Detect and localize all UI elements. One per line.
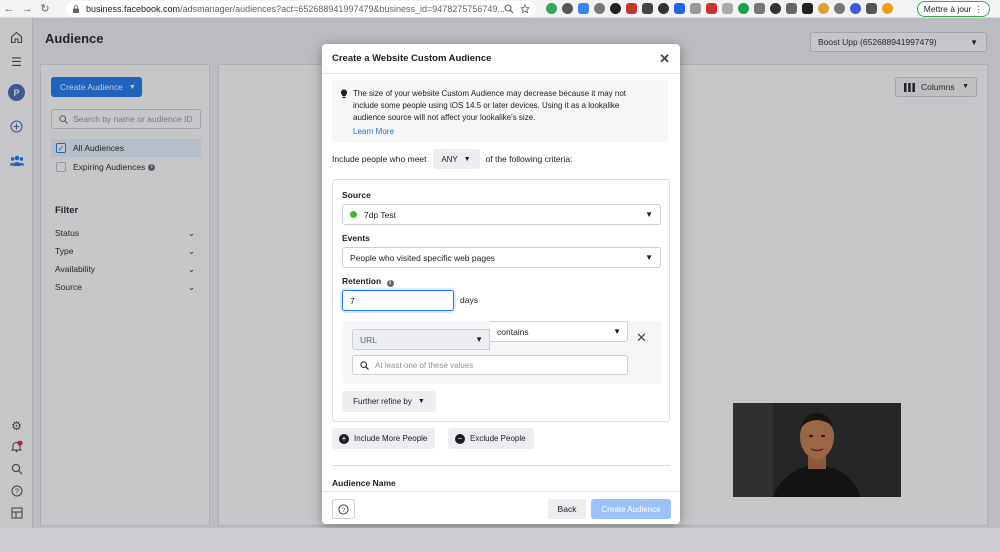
dialog-header: Create a Website Custom Audience ✕ — [322, 44, 680, 74]
learn-more-link[interactable]: Learn More — [353, 127, 394, 136]
retention-value: 7 — [350, 295, 355, 306]
extension-icon[interactable] — [802, 3, 813, 14]
dialog-body: The size of your website Custom Audience… — [322, 75, 680, 491]
zoom-icon[interactable] — [504, 4, 514, 14]
extension-icon[interactable] — [546, 3, 557, 14]
extension-icon[interactable] — [658, 3, 669, 14]
info-icon[interactable]: i — [386, 279, 394, 287]
rule-box: Source 7dp Test ▼ Events People who visi… — [332, 179, 670, 422]
events-value: People who visited specific web pages — [350, 252, 496, 263]
refine-label: Further refine by — [353, 397, 412, 406]
values-placeholder: At least one of these values — [375, 360, 474, 370]
extension-icon[interactable] — [754, 3, 765, 14]
forward-arrow-icon[interactable]: → — [18, 0, 36, 18]
svg-text:?: ? — [342, 506, 346, 513]
browser-update-label: Mettre à jour — [923, 4, 972, 14]
source-select[interactable]: 7dp Test ▼ — [342, 204, 661, 225]
extension-icon[interactable] — [722, 3, 733, 14]
create-website-custom-audience-dialog: Create a Website Custom Audience ✕ The s… — [322, 44, 680, 524]
extension-icon[interactable] — [690, 3, 701, 14]
criteria-value: ANY — [441, 154, 458, 164]
extension-icon[interactable] — [834, 3, 845, 14]
presenter-video-frame — [733, 403, 901, 497]
events-select[interactable]: People who visited specific web pages ▼ — [342, 247, 661, 268]
caret-down-icon: ▼ — [417, 398, 425, 405]
criteria-suffix: of the following criteria: — [485, 154, 573, 164]
retention-label: Retention — [342, 276, 382, 286]
dialog-footer: ? Back Create Audience — [322, 491, 680, 524]
browser-toolbar: ← → ↻ business.facebook.com/adsmanager/a… — [0, 0, 1000, 18]
criteria-any-select[interactable]: ANY ▼ — [432, 149, 480, 169]
help-icon: ? — [338, 503, 349, 515]
section-divider — [332, 465, 670, 466]
status-dot-icon — [350, 211, 357, 218]
audience-name-label: Audience Name — [332, 478, 396, 488]
search-icon — [360, 360, 369, 370]
back-button[interactable]: Back — [548, 499, 586, 519]
url-host: business.facebook.com — [86, 4, 181, 14]
caret-down-icon: ▼ — [613, 327, 621, 336]
bookmark-star-icon[interactable] — [520, 4, 530, 14]
lock-icon — [73, 5, 79, 13]
webcam-video — [733, 403, 901, 497]
extension-icon[interactable] — [578, 3, 589, 14]
ios-notice: The size of your website Custom Audience… — [332, 80, 668, 142]
caret-down-icon: ▼ — [645, 210, 653, 219]
create-audience-submit-button[interactable]: Create Audience — [591, 499, 671, 519]
puzzle-icon[interactable] — [866, 3, 877, 14]
caret-down-icon: ▼ — [463, 155, 471, 163]
retention-unit: days — [460, 295, 478, 305]
address-bar[interactable]: business.facebook.com/adsmanager/audienc… — [66, 1, 536, 17]
browser-update-button[interactable]: Mettre à jour ⋮ — [916, 1, 990, 17]
events-label: Events — [342, 233, 370, 243]
extension-icon[interactable] — [562, 3, 573, 14]
source-value: 7dp Test — [364, 209, 396, 220]
reload-icon[interactable]: ↻ — [36, 0, 54, 18]
criteria-row: Include people who meet ANY ▼ of the fol… — [332, 149, 572, 169]
extension-icon[interactable] — [674, 3, 685, 14]
extension-icon[interactable] — [594, 3, 605, 14]
operator-select[interactable]: contains ▼ — [490, 321, 628, 342]
caret-down-icon: ▼ — [645, 253, 653, 262]
exclude-people-button[interactable]: − Exclude People — [448, 428, 534, 449]
plus-circle-icon: + — [339, 433, 349, 444]
include-label: Include More People — [354, 434, 428, 443]
url-values-input[interactable]: At least one of these values — [352, 355, 628, 375]
retention-input[interactable]: 7 — [342, 290, 454, 311]
remove-rule-icon[interactable]: ✕ — [636, 331, 647, 344]
url-rule-block: URL ▼ contains ▼ ✕ At least one of these… — [342, 321, 661, 384]
minus-circle-icon: − — [455, 433, 465, 444]
include-more-people-button[interactable]: + Include More People — [332, 428, 436, 449]
extension-icon[interactable] — [706, 3, 717, 14]
extension-icon[interactable] — [738, 3, 749, 14]
extension-icon[interactable] — [818, 3, 829, 14]
notice-text: The size of your website Custom Audience… — [353, 89, 627, 122]
further-refine-button[interactable]: Further refine by ▼ — [342, 391, 436, 412]
extensions-row — [546, 3, 893, 14]
help-button[interactable]: ? — [332, 499, 355, 519]
url-field-select[interactable]: URL ▼ — [352, 329, 490, 350]
caret-down-icon: ▼ — [475, 335, 483, 344]
dialog-title: Create a Website Custom Audience — [332, 53, 492, 64]
extension-icon[interactable] — [626, 3, 637, 14]
extension-icon[interactable] — [786, 3, 797, 14]
source-label: Source — [342, 190, 371, 200]
operator-value: contains — [497, 326, 529, 337]
exclude-label: Exclude People — [470, 434, 526, 443]
more-vertical-icon: ⋮ — [974, 3, 984, 14]
url-path: /adsmanager/audiences?act=65268894199747… — [180, 4, 505, 14]
close-icon[interactable]: ✕ — [659, 52, 670, 65]
extension-icon[interactable] — [610, 3, 621, 14]
criteria-prefix: Include people who meet — [332, 154, 427, 164]
profile-avatar-icon[interactable] — [882, 3, 893, 14]
extension-icon[interactable] — [770, 3, 781, 14]
lightbulb-icon — [341, 89, 347, 99]
extension-icon[interactable] — [642, 3, 653, 14]
url-field-value: URL — [360, 334, 378, 345]
bottom-strip — [0, 528, 1000, 552]
retention-label-row: Retention i — [342, 276, 394, 287]
back-arrow-icon[interactable]: ← — [0, 0, 18, 18]
extension-icon[interactable] — [850, 3, 861, 14]
